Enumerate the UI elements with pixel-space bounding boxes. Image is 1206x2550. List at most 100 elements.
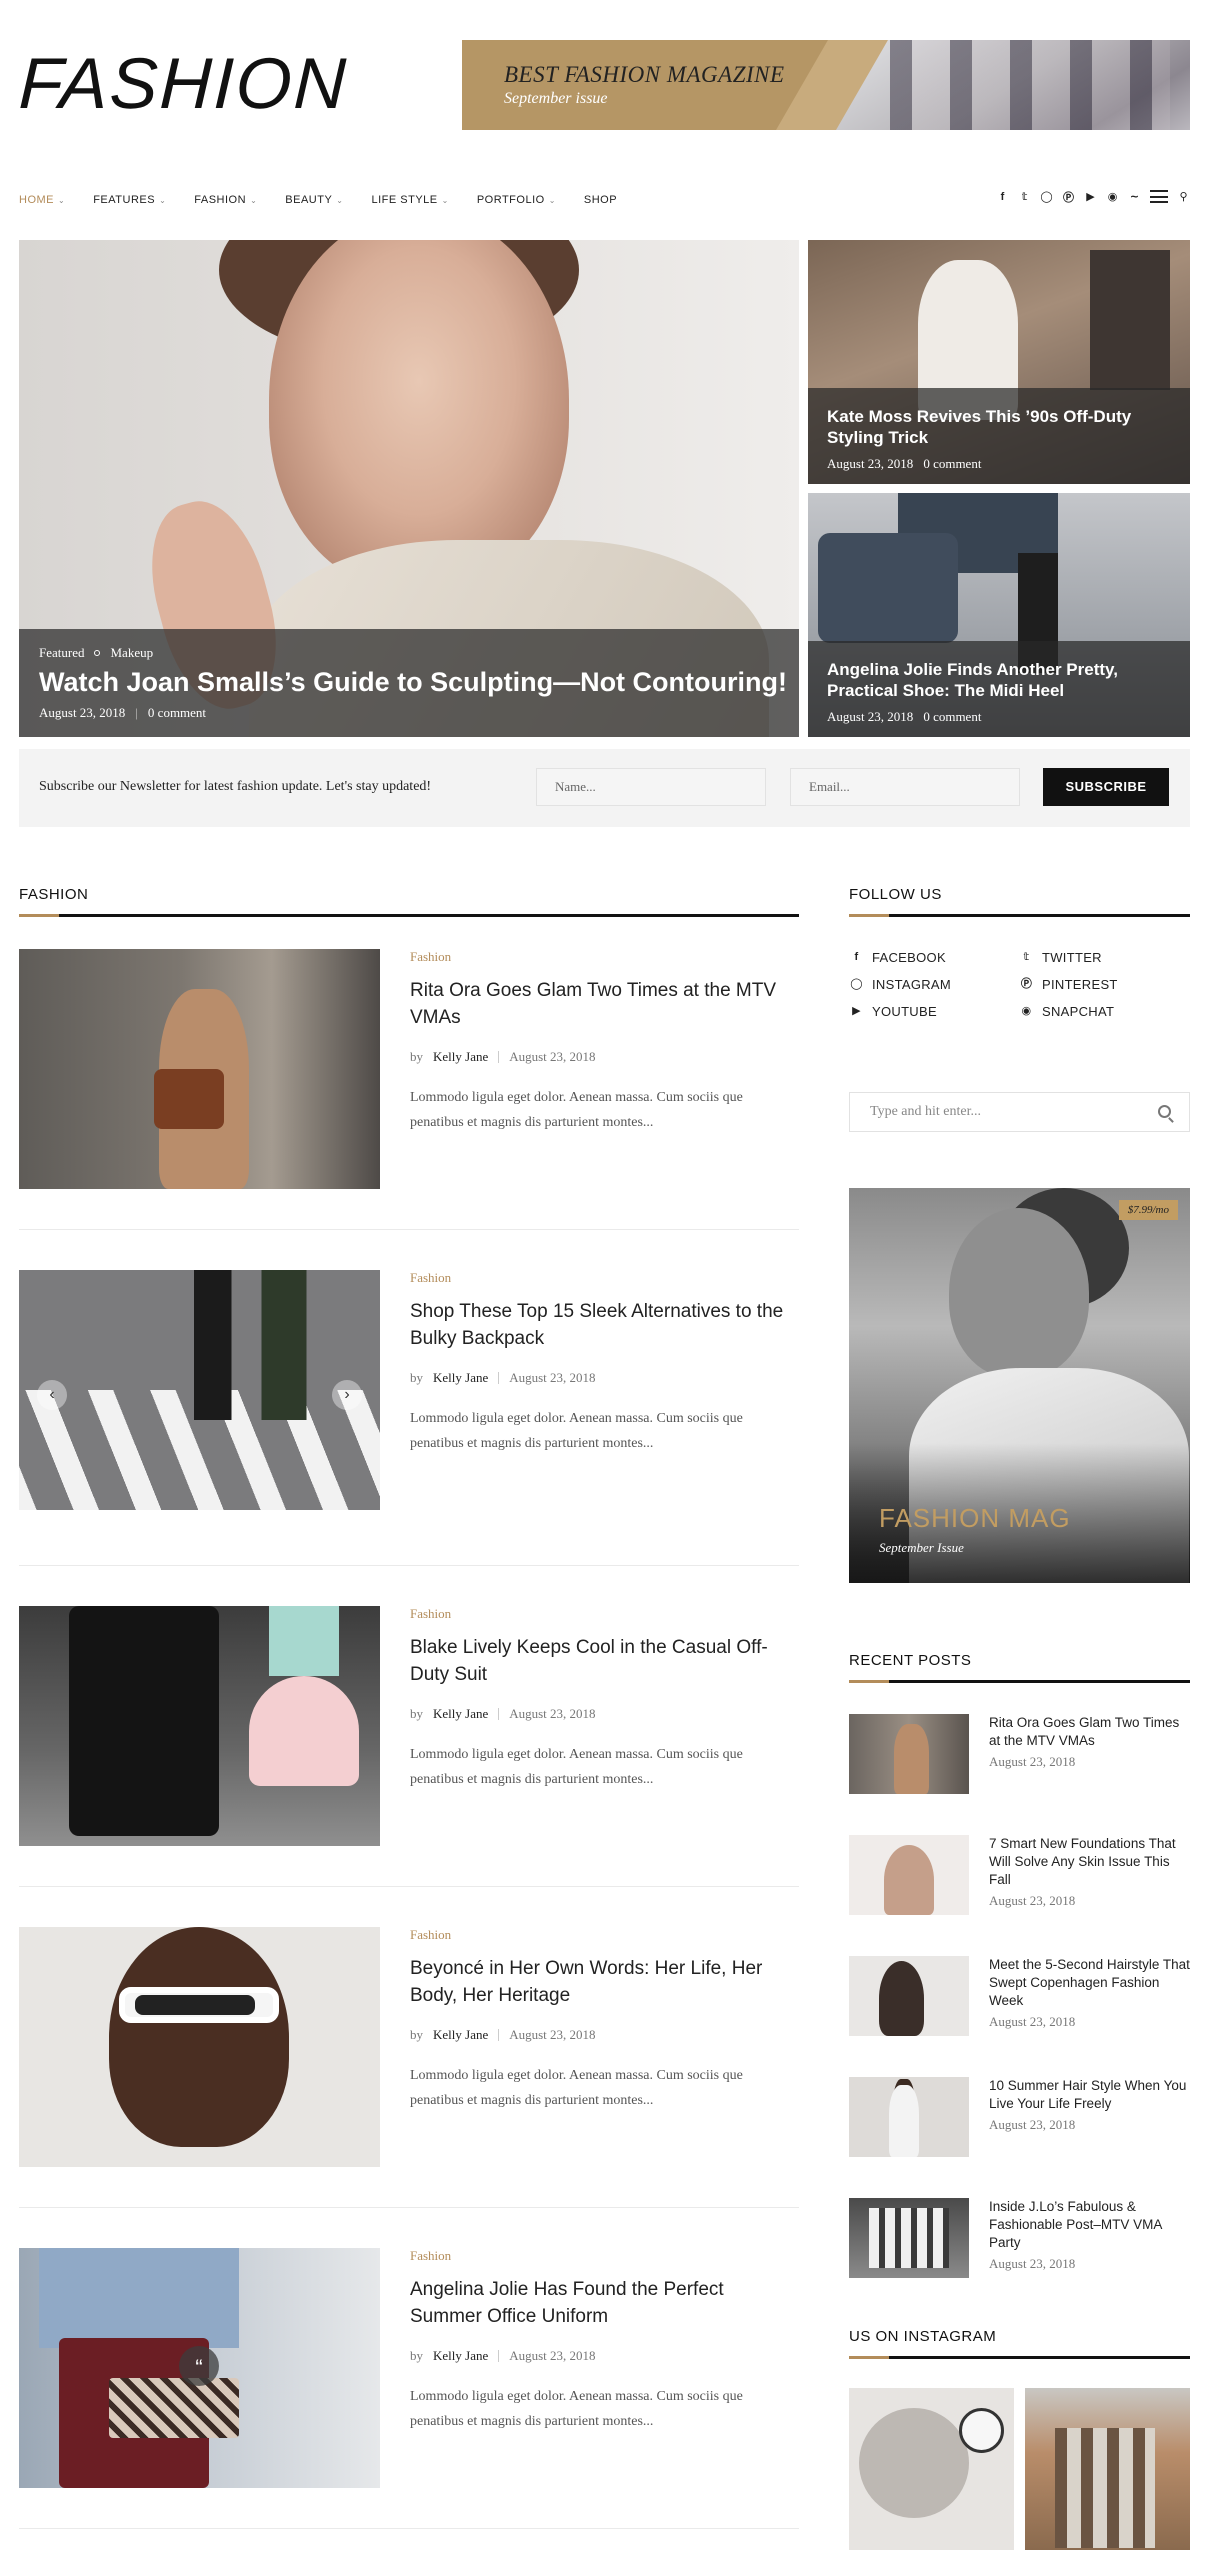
hero-side-post[interactable]: Angelina Jolie Finds Another Pretty, Pra… xyxy=(808,493,1190,737)
recent-post-thumbnail[interactable] xyxy=(849,1835,969,1915)
recent-post-date: August 23, 2018 xyxy=(989,1754,1076,1769)
post-by: by xyxy=(410,1370,423,1385)
recent-post-title[interactable]: 10 Summer Hair Style When You Live Your … xyxy=(989,2077,1190,2113)
main-nav: HOME ⌄ FEATURES ⌄ FASHION ⌄ BEAUTY ⌄ LIFE ST… xyxy=(19,190,645,210)
post-thumbnail[interactable] xyxy=(19,1606,380,1846)
post-author[interactable]: Kelly Jane xyxy=(433,1706,488,1722)
follow-snapchat[interactable]: ◉ SNAPCHAT xyxy=(1020,1004,1190,1019)
instagram-icon: ◯ xyxy=(850,978,863,990)
follow-pinterest[interactable]: Ⓟ PINTEREST xyxy=(1020,977,1190,992)
post-category[interactable]: Fashion xyxy=(410,949,451,965)
post-item: Fashion Rita Ora Goes Glam Two Times at … xyxy=(19,949,799,1189)
chevron-down-icon: ⌄ xyxy=(441,195,449,205)
post-title[interactable]: Angelina Jolie Has Found the Perfect Sum… xyxy=(410,2276,799,2330)
site-logo[interactable]: FASHION xyxy=(18,44,349,124)
post-title[interactable]: Beyoncé in Her Own Words: Her Life, Her … xyxy=(410,1955,799,2009)
nav-item-features[interactable]: FEATURES ⌄ xyxy=(93,190,166,210)
hero-title[interactable]: Watch Joan Smalls’s Guide to Sculpting—N… xyxy=(39,667,787,698)
instagram-photo[interactable] xyxy=(1025,2388,1190,2550)
post-author[interactable]: Kelly Jane xyxy=(433,1049,488,1065)
nav-label: FEATURES xyxy=(93,194,156,206)
hero-comments[interactable]: 0 comment xyxy=(148,705,206,721)
recent-post-title[interactable]: Meet the 5-Second Hairstyle That Swept C… xyxy=(989,1956,1190,2010)
post-thumbnail[interactable] xyxy=(19,1927,380,2167)
sidebar-search-input[interactable]: Type and hit enter... xyxy=(849,1092,1190,1132)
post-thumbnail[interactable] xyxy=(19,949,380,1189)
nav-item-shop[interactable]: SHOP xyxy=(584,190,617,210)
banner-subtitle: September issue xyxy=(504,90,608,107)
post-divider xyxy=(19,1886,799,1887)
post-title[interactable]: Shop These Top 15 Sleek Alternatives to … xyxy=(410,1298,799,1352)
recent-post-title[interactable]: Rita Ora Goes Glam Two Times at the MTV … xyxy=(989,1714,1190,1750)
nav-label: SHOP xyxy=(583,194,618,206)
post-thumbnail-slider[interactable]: ‹ › xyxy=(19,1270,380,1510)
facebook-icon[interactable]: f xyxy=(996,190,1009,203)
post-author[interactable]: Kelly Jane xyxy=(433,1370,488,1386)
post-title[interactable]: Blake Lively Keeps Cool in the Casual Of… xyxy=(410,1634,799,1688)
instagram-photo[interactable] xyxy=(849,2388,1014,2550)
side-post-title[interactable]: Kate Moss Revives This ’90s Off-Duty Sty… xyxy=(827,406,1178,448)
post-excerpt: Lommodo ligula eget dolor. Aenean massa.… xyxy=(410,1747,743,1787)
slider-prev-button[interactable]: ‹ xyxy=(37,1380,67,1410)
recent-post-thumbnail[interactable] xyxy=(849,2077,969,2157)
chevron-down-icon: ⌄ xyxy=(336,195,344,205)
post-category[interactable]: Fashion xyxy=(410,1606,451,1622)
nav-item-portfolio[interactable]: PORTFOLIO ⌄ xyxy=(477,190,556,210)
hero-side-post[interactable]: Kate Moss Revives This ’90s Off-Duty Sty… xyxy=(808,240,1190,484)
post-category[interactable]: Fashion xyxy=(410,1270,451,1286)
hero-category[interactable]: Featured xyxy=(39,645,84,661)
facebook-icon: f xyxy=(854,951,859,963)
instagram-icon[interactable]: ◯ xyxy=(1040,190,1053,203)
search-icon[interactable] xyxy=(1158,1105,1171,1118)
hero-featured-post[interactable]: Featured Makeup Watch Joan Smalls’s Guid… xyxy=(19,240,799,737)
category-separator-icon xyxy=(94,650,101,656)
newsletter-email-input[interactable]: Email... xyxy=(790,768,1020,806)
section-heading-fashion: FASHION xyxy=(19,886,89,903)
follow-us-list: f FACEBOOK 𝕥 TWITTER ◯ INSTAGRAM Ⓟ PINTEREST… xyxy=(850,950,1190,1019)
follow-twitter[interactable]: 𝕥 TWITTER xyxy=(1020,950,1190,965)
search-icon[interactable]: ⚲ xyxy=(1177,190,1190,203)
follow-facebook[interactable]: f FACEBOOK xyxy=(850,950,1020,965)
post-item: Fashion Blake Lively Keeps Cool in the C… xyxy=(19,1606,799,1846)
side-post-comments[interactable]: 0 comment xyxy=(923,456,981,472)
twitter-icon[interactable]: 𝕥 xyxy=(1018,190,1031,203)
post-author[interactable]: Kelly Jane xyxy=(433,2027,488,2043)
insta-cup xyxy=(959,2408,1004,2453)
post-author[interactable]: Kelly Jane xyxy=(433,2348,488,2364)
post-excerpt: Lommodo ligula eget dolor. Aenean massa.… xyxy=(410,1090,743,1130)
hero-subcategory[interactable]: Makeup xyxy=(110,645,153,661)
follow-instagram[interactable]: ◯ INSTAGRAM xyxy=(850,977,1020,992)
nav-item-life-style[interactable]: LIFE STYLE ⌄ xyxy=(371,190,448,210)
post-category[interactable]: Fashion xyxy=(410,1927,451,1943)
recent-post-title[interactable]: 7 Smart New Foundations That Will Solve … xyxy=(989,1835,1190,1889)
post-title[interactable]: Rita Ora Goes Glam Two Times at the MTV … xyxy=(410,977,799,1031)
meta-separator: | xyxy=(135,705,138,720)
post-item: Fashion Beyoncé in Her Own Words: Her Li… xyxy=(19,1927,799,2167)
post-category[interactable]: Fashion xyxy=(410,2248,451,2264)
youtube-icon[interactable]: ▶ xyxy=(1084,190,1097,203)
menu-icon[interactable] xyxy=(1150,190,1168,203)
nav-item-home[interactable]: HOME ⌄ xyxy=(19,190,65,210)
side-post-date: August 23, 2018 xyxy=(827,709,914,724)
nav-item-fashion[interactable]: FASHION ⌄ xyxy=(194,190,257,210)
side-post-title[interactable]: Angelina Jolie Finds Another Pretty, Pra… xyxy=(827,659,1178,701)
banner-people-image xyxy=(890,40,1170,130)
snapchat-icon[interactable]: ◉ xyxy=(1106,190,1119,203)
follow-youtube[interactable]: ▶ YOUTUBE xyxy=(850,1004,1020,1019)
thumb-skirt xyxy=(249,1676,359,1786)
recent-post-title[interactable]: Inside J.Lo’s Fabulous & Fashionable Pos… xyxy=(989,2198,1190,2252)
sidebar-magazine-ad[interactable]: $7.99/mo FASHION MAG September Issue xyxy=(849,1188,1190,1583)
slider-next-button[interactable]: › xyxy=(332,1380,362,1410)
subscribe-button[interactable]: SUBSCRIBE xyxy=(1043,768,1169,806)
recent-post-thumbnail[interactable] xyxy=(849,2198,969,2278)
newsletter-name-input[interactable]: Name... xyxy=(536,768,766,806)
nav-item-beauty[interactable]: BEAUTY ⌄ xyxy=(285,190,343,210)
header-banner-ad[interactable]: BEST FASHION MAGAZINE September issue xyxy=(462,40,1190,130)
recent-post-thumbnail[interactable] xyxy=(849,1714,969,1794)
post-thumbnail[interactable]: “ xyxy=(19,2248,380,2488)
post-by: by xyxy=(410,2348,423,2363)
recent-post-thumbnail[interactable] xyxy=(849,1956,969,2036)
rss-icon[interactable]: ∼ xyxy=(1128,190,1141,203)
pinterest-icon[interactable]: Ⓟ xyxy=(1062,190,1075,204)
side-post-comments[interactable]: 0 comment xyxy=(923,709,981,725)
